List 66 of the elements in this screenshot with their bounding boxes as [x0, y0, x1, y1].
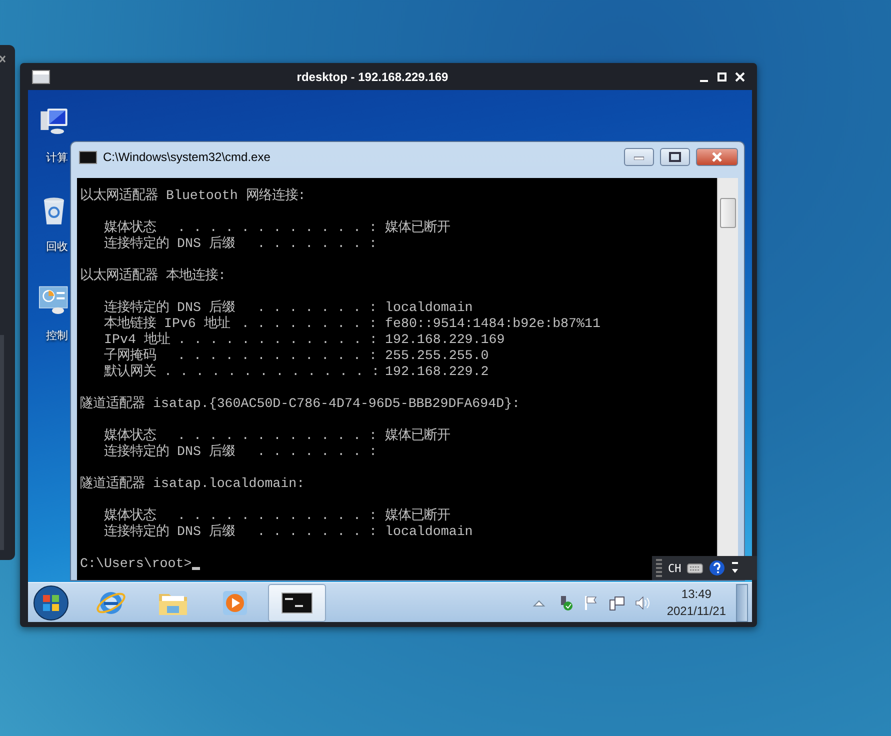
adapter-heading: 隧道适配器 isatap.localdomain:: [80, 476, 306, 492]
maximize-icon: [669, 152, 681, 162]
property-value: 媒体已断开: [385, 508, 450, 524]
property-name: 连接特定的 DNS 后缀: [104, 300, 235, 316]
start-button[interactable]: [32, 584, 70, 622]
window-icon: [32, 70, 50, 84]
dot-leader: . . . . . . . . . . . . . :: [164, 364, 380, 380]
dot-leader: . . . . . . . :: [257, 524, 377, 540]
clock-time: 13:49: [681, 586, 712, 602]
dot-leader: . . . . . . . . . . . . :: [178, 508, 377, 524]
desktop-icon-label[interactable]: 回收: [46, 239, 68, 254]
property-value: fe80::9514:1484:b92e:b87%11: [385, 316, 600, 332]
property-name: 子网掩码: [104, 348, 156, 364]
desktop-icon-label[interactable]: 控制: [46, 328, 68, 343]
window-title: C:\Windows\system32\cmd.exe: [103, 150, 272, 164]
property-name: IPv4 地址: [104, 332, 170, 348]
adapter-heading: 隧道适配器 isatap.{360AC50D-C786-4D74-96D5-BBB29DFA694D}:: [80, 396, 522, 412]
console-icon: [79, 150, 97, 164]
property-value: 媒体已断开: [385, 428, 450, 444]
command-prompt[interactable]: C:\Users\root>: [80, 556, 192, 572]
minimize-icon: [700, 80, 708, 82]
property-name: 本地链接 IPv6 地址: [104, 316, 230, 332]
dot-leader: . . . . . . . . . . . . :: [178, 332, 378, 348]
text-cursor: [192, 567, 200, 570]
clock-date: 2021/11/21: [666, 602, 726, 620]
dot-leader: . . . . . . . . . . . . :: [178, 348, 377, 364]
help-icon[interactable]: [709, 560, 726, 576]
close-icon[interactable]: [0, 55, 6, 63]
dot-leader: . . . . . . . :: [257, 300, 377, 316]
adapter-heading: 以太网适配器 Bluetooth 网络连接:: [80, 188, 307, 204]
scrollbar[interactable]: [717, 178, 738, 556]
property-value: localdomain: [385, 300, 473, 316]
property-name: 连接特定的 DNS 后缀: [104, 524, 235, 540]
scroll-thumb[interactable]: [720, 198, 736, 228]
grip-handle[interactable]: [656, 559, 662, 577]
dot-leader: . . . . . . . . . . . . :: [178, 220, 377, 236]
minimize-icon: [634, 154, 644, 160]
flag-icon[interactable]: [582, 594, 599, 610]
property-value: 媒体已断开: [385, 220, 450, 236]
property-value: 192.168.229.2: [385, 364, 489, 380]
clock[interactable]: 13:49 2021/11/21: [666, 586, 726, 620]
property-name: 默认网关: [104, 364, 156, 380]
property-value: 255.255.255.0: [385, 348, 489, 364]
network-icon[interactable]: [608, 594, 625, 610]
property-name: 媒体状态: [104, 508, 156, 524]
keyboard-icon[interactable]: [687, 562, 704, 574]
adapter-heading: 以太网适配器 本地连接:: [80, 268, 227, 284]
property-value: 192.168.229.169: [385, 332, 505, 348]
dot-leader: . . . . . . . . . . . . :: [178, 428, 377, 444]
property-name: 媒体状态: [104, 220, 156, 236]
maximize-button[interactable]: [660, 148, 690, 166]
property-value: localdomain: [385, 524, 473, 540]
taskbar-button[interactable]: [268, 584, 326, 622]
dot-leader: . . . . . . . :: [257, 236, 377, 252]
window-title: rdesktop - 192.168.229.169: [296, 70, 450, 84]
desktop-icon-label[interactable]: 计算: [46, 150, 68, 165]
dot-leader: . . . . . . . :: [257, 444, 377, 460]
property-name: 连接特定的 DNS 后缀: [104, 444, 235, 460]
close-icon: [711, 152, 723, 162]
language-indicator[interactable]: CH: [668, 562, 682, 574]
maximize-icon: [717, 72, 727, 82]
dot-leader: . . . . . . . . :: [241, 316, 377, 332]
close-icon: [735, 72, 745, 82]
property-name: 媒体状态: [104, 428, 156, 444]
property-name: 连接特定的 DNS 后缀: [104, 236, 235, 252]
volume-icon[interactable]: [634, 594, 651, 610]
